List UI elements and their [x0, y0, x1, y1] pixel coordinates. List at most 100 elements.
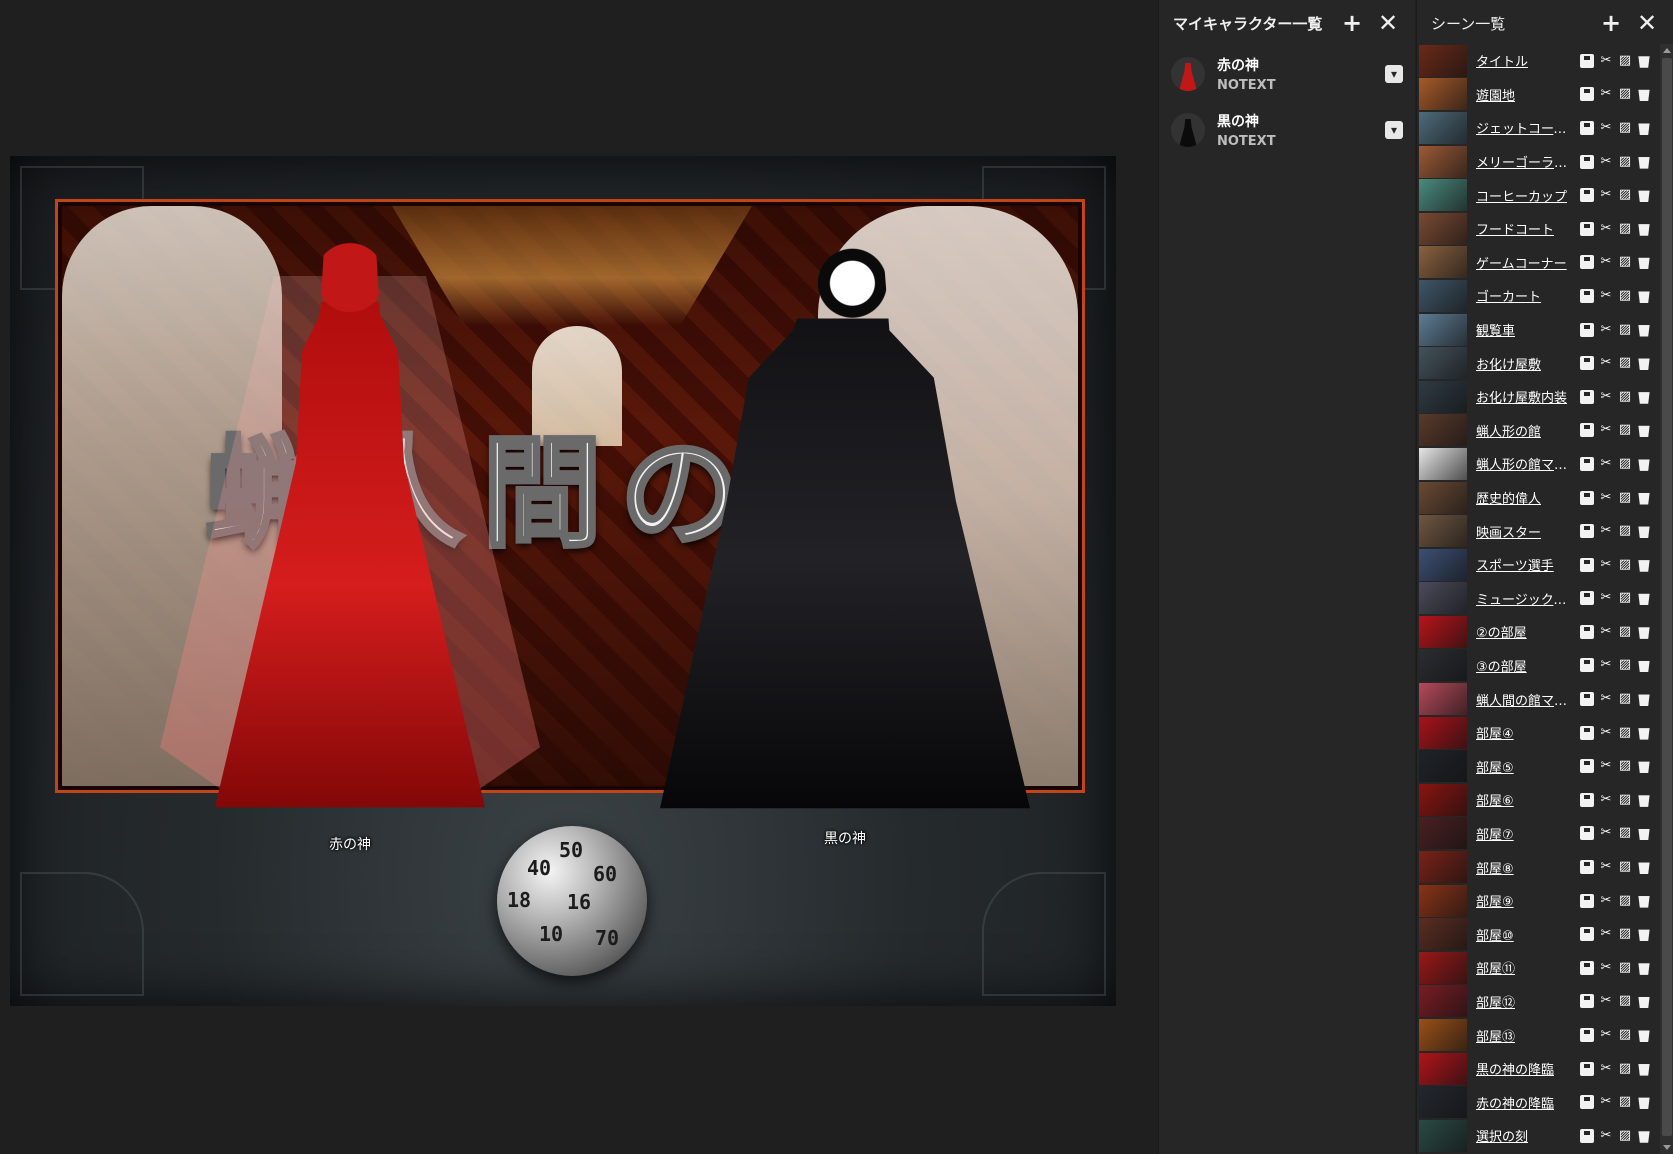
hide-image-icon[interactable]: ▨: [1618, 389, 1632, 404]
cut-icon[interactable]: ✂: [1599, 1095, 1613, 1109]
scene-row[interactable]: 蝋人形の館マップ ✂ ▨: [1419, 447, 1655, 481]
scene-name-link[interactable]: スポーツ選手: [1476, 555, 1576, 574]
cut-icon[interactable]: ✂: [1599, 927, 1613, 941]
scene-name-link[interactable]: 部屋⑦: [1476, 824, 1576, 843]
scene-thumbnail[interactable]: [1419, 246, 1467, 279]
save-icon[interactable]: [1580, 456, 1594, 471]
hide-image-icon[interactable]: ▨: [1618, 1061, 1632, 1076]
scene-row[interactable]: 部屋⑪ ✂ ▨: [1419, 951, 1655, 985]
cut-icon[interactable]: ✂: [1599, 356, 1613, 370]
scene-thumbnail[interactable]: [1419, 347, 1467, 380]
scene-thumbnail[interactable]: [1419, 548, 1467, 581]
cut-icon[interactable]: ✂: [1599, 1028, 1613, 1042]
save-icon[interactable]: [1580, 120, 1594, 135]
trash-icon[interactable]: [1638, 493, 1650, 505]
save-icon[interactable]: [1580, 725, 1594, 740]
hide-image-icon[interactable]: ▨: [1618, 557, 1632, 572]
trash-icon[interactable]: [1638, 560, 1650, 572]
scene-name-link[interactable]: 映画スター: [1476, 522, 1576, 541]
save-icon[interactable]: [1580, 288, 1594, 303]
scene-row[interactable]: スポーツ選手 ✂ ▨: [1419, 548, 1655, 582]
scene-row[interactable]: 部屋⑨ ✂ ▨: [1419, 884, 1655, 918]
d100-dice[interactable]: 50 60 18 16 10 70 40: [497, 826, 647, 976]
hide-image-icon[interactable]: ▨: [1618, 658, 1632, 672]
scene-thumbnail[interactable]: [1419, 1119, 1467, 1152]
scene-name-link[interactable]: フードコート: [1476, 219, 1576, 238]
scene-thumbnail[interactable]: [1419, 78, 1467, 111]
scene-row[interactable]: ゴーカート ✂ ▨: [1419, 279, 1655, 313]
scene-thumbnail[interactable]: [1419, 884, 1467, 917]
scene-thumbnail[interactable]: [1419, 683, 1467, 716]
scene-name-link[interactable]: 蝋人間の館マップ: [1476, 690, 1576, 709]
cut-icon[interactable]: ✂: [1599, 423, 1613, 437]
trash-icon[interactable]: [1638, 896, 1650, 908]
trash-icon[interactable]: [1638, 996, 1650, 1009]
scene-thumbnail[interactable]: [1419, 649, 1467, 682]
hide-image-icon[interactable]: ▨: [1618, 255, 1632, 269]
cut-icon[interactable]: ✂: [1599, 960, 1613, 975]
scene-row[interactable]: 映画スター ✂ ▨: [1419, 514, 1655, 548]
hide-image-icon[interactable]: ▨: [1618, 1128, 1632, 1143]
scene-row[interactable]: 部屋⑤ ✂ ▨: [1419, 749, 1655, 783]
save-icon[interactable]: [1580, 557, 1594, 572]
scene-name-link[interactable]: ②の部屋: [1476, 622, 1576, 641]
trash-icon[interactable]: [1638, 694, 1650, 707]
close-panel-button[interactable]: ✕: [1375, 10, 1401, 36]
scrollbar-thumb[interactable]: [1662, 58, 1672, 1136]
cut-icon[interactable]: ✂: [1599, 255, 1613, 269]
scene-name-link[interactable]: 蝋人形の館マップ: [1476, 454, 1576, 473]
save-icon[interactable]: [1580, 154, 1594, 169]
cut-icon[interactable]: ✂: [1599, 658, 1613, 672]
scene-name-link[interactable]: 部屋⑨: [1476, 891, 1576, 910]
cut-icon[interactable]: ✂: [1599, 524, 1613, 538]
save-icon[interactable]: [1580, 927, 1594, 942]
scene-thumbnail[interactable]: [1419, 447, 1467, 480]
hide-image-icon[interactable]: ▨: [1618, 524, 1632, 538]
hide-image-icon[interactable]: ▨: [1618, 826, 1632, 840]
trash-icon[interactable]: [1638, 123, 1650, 135]
save-icon[interactable]: [1580, 893, 1594, 908]
cut-icon[interactable]: ✂: [1599, 591, 1613, 605]
trash-icon[interactable]: [1638, 358, 1650, 371]
save-icon[interactable]: [1580, 322, 1594, 337]
scene-name-link[interactable]: タイトル: [1476, 51, 1576, 70]
character-piece-black-god[interactable]: 黒の神: [660, 236, 1030, 847]
hide-image-icon[interactable]: ▨: [1618, 423, 1632, 437]
trash-icon[interactable]: [1638, 627, 1650, 639]
cut-icon[interactable]: ✂: [1599, 53, 1613, 68]
hide-image-icon[interactable]: ▨: [1618, 927, 1632, 941]
cut-icon[interactable]: ✂: [1599, 288, 1613, 303]
scene-row[interactable]: 部屋⑫ ✂ ▨: [1419, 985, 1655, 1019]
scene-thumbnail[interactable]: [1419, 145, 1467, 178]
scene-name-link[interactable]: メリーゴーランド: [1476, 152, 1576, 171]
save-icon[interactable]: [1580, 524, 1594, 539]
trash-icon[interactable]: [1638, 257, 1650, 270]
scene-row[interactable]: 部屋④ ✂ ▨: [1419, 716, 1655, 750]
scene-name-link[interactable]: 蝋人形の館: [1476, 421, 1576, 440]
cut-icon[interactable]: ✂: [1599, 1061, 1613, 1076]
scene-name-link[interactable]: 部屋⑬: [1476, 1026, 1576, 1045]
hide-image-icon[interactable]: ▨: [1618, 490, 1632, 505]
scene-row[interactable]: ③の部屋 ✂ ▨: [1419, 649, 1655, 683]
save-icon[interactable]: [1580, 389, 1594, 404]
cut-icon[interactable]: ✂: [1599, 692, 1613, 706]
save-icon[interactable]: [1580, 87, 1594, 102]
scene-thumbnail[interactable]: [1419, 918, 1467, 951]
scene-row[interactable]: お化け屋敷 ✂ ▨: [1419, 346, 1655, 380]
character-piece-red-god[interactable]: 赤の神: [160, 216, 540, 853]
hide-image-icon[interactable]: ▨: [1618, 456, 1632, 471]
cut-icon[interactable]: ✂: [1599, 87, 1613, 101]
scene-thumbnail[interactable]: [1419, 951, 1467, 984]
character-row[interactable]: 赤の神 NOTEXT ▾: [1159, 46, 1415, 102]
scene-thumbnail[interactable]: [1419, 44, 1467, 77]
save-icon[interactable]: [1580, 1128, 1594, 1143]
scrollbar[interactable]: [1660, 44, 1673, 1154]
scene-name-link[interactable]: ジェットコース…: [1476, 118, 1576, 137]
scene-row[interactable]: 遊園地 ✂ ▨: [1419, 78, 1655, 112]
game-board[interactable]: 蝋人間の 赤の神 黒の神 50 60 18 16 10 70 40: [10, 156, 1116, 1006]
save-icon[interactable]: [1580, 692, 1594, 707]
scene-name-link[interactable]: 部屋⑩: [1476, 925, 1576, 944]
cut-icon[interactable]: ✂: [1599, 860, 1613, 874]
scene-thumbnail[interactable]: [1419, 515, 1467, 548]
scene-thumbnail[interactable]: [1419, 750, 1467, 783]
